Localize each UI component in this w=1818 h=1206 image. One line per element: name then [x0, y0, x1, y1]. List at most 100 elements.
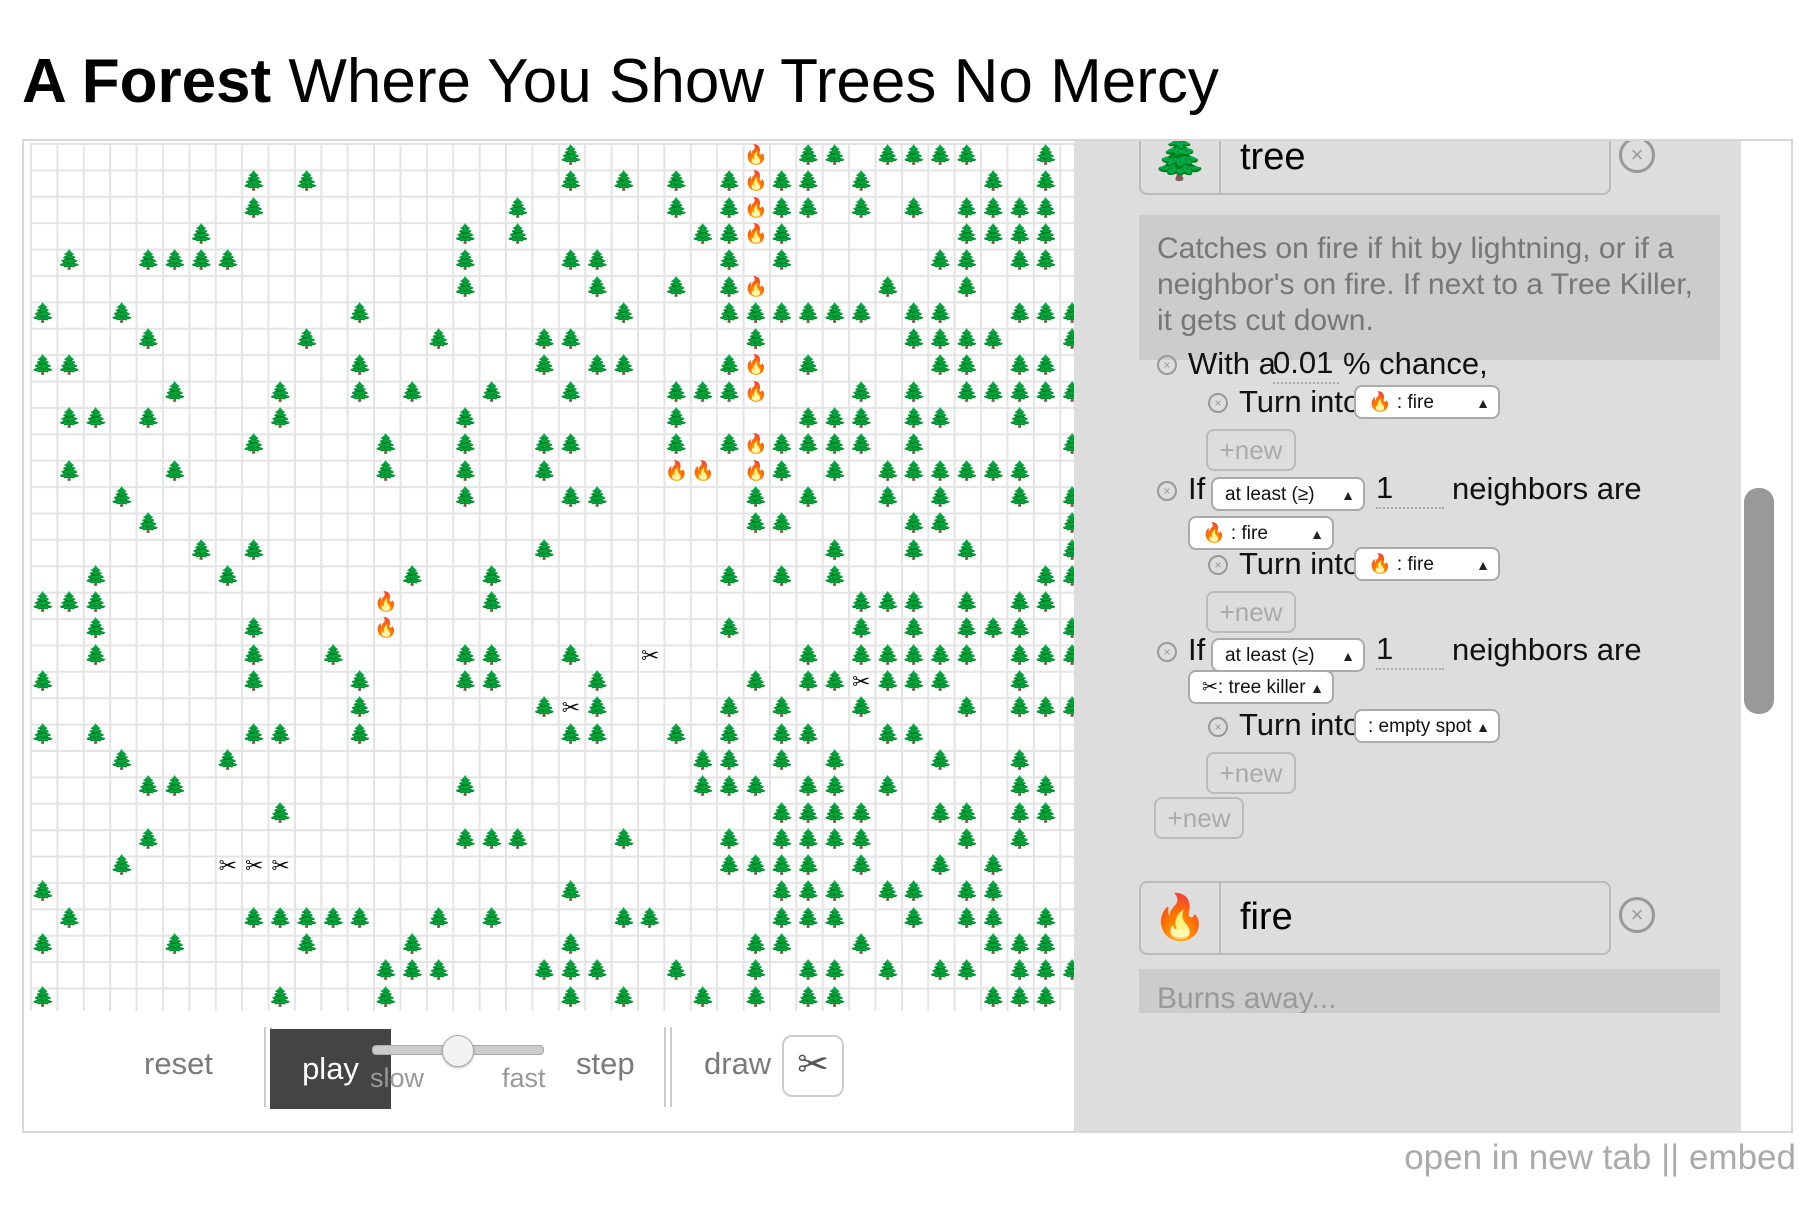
tree-cell[interactable]: 🌲: [928, 853, 954, 879]
remove-action-icon[interactable]: ×: [1208, 717, 1228, 737]
new-action-button[interactable]: +new: [1206, 429, 1296, 471]
fire-cell[interactable]: 🔥: [743, 380, 769, 406]
tree-cell[interactable]: 🌲: [268, 985, 294, 1011]
tree-cell[interactable]: 🌲: [188, 538, 214, 564]
tree-cell[interactable]: 🌲: [584, 958, 610, 984]
tree-cell[interactable]: 🌲: [901, 643, 927, 669]
tree-cell[interactable]: 🌲: [452, 248, 478, 274]
tree-cell[interactable]: 🌲: [954, 958, 980, 984]
tree-cell[interactable]: 🌲: [716, 748, 742, 774]
tree-cell[interactable]: 🌲: [452, 222, 478, 248]
tree-cell[interactable]: 🌲: [664, 722, 690, 748]
tree-cell[interactable]: 🌲: [30, 353, 56, 379]
tree-cell[interactable]: 🌲: [980, 879, 1006, 905]
tree-cell[interactable]: 🌲: [716, 301, 742, 327]
tree-cell[interactable]: 🌲: [875, 669, 901, 695]
tree-cell[interactable]: 🌲: [664, 958, 690, 984]
tree-cell[interactable]: 🌲: [532, 353, 558, 379]
tree-cell[interactable]: 🌲: [796, 853, 822, 879]
tree-cell[interactable]: 🌲: [716, 853, 742, 879]
tree-cell[interactable]: 🌲: [664, 196, 690, 222]
tree-cell[interactable]: 🌲: [188, 222, 214, 248]
tree-cell[interactable]: 🌲: [716, 169, 742, 195]
tree-cell[interactable]: 🌲: [1007, 406, 1033, 432]
tree-cell[interactable]: 🌲: [980, 853, 1006, 879]
tree-name-box[interactable]: 🌲 tree: [1139, 141, 1611, 195]
tree-cell[interactable]: 🌲: [743, 774, 769, 800]
tree-cell[interactable]: 🌲: [769, 169, 795, 195]
tree-cell[interactable]: 🌲: [716, 722, 742, 748]
tree-cell[interactable]: 🌲: [558, 958, 584, 984]
tree-killer-cell[interactable]: ✂: [558, 695, 584, 721]
tree-cell[interactable]: 🌲: [901, 669, 927, 695]
turn-into-select[interactable]: : empty spot ▲: [1354, 709, 1500, 743]
tree-cell[interactable]: 🌲: [796, 827, 822, 853]
new-action-button[interactable]: +new: [1206, 591, 1296, 633]
fire-cell[interactable]: 🔥: [743, 432, 769, 458]
tree-cell[interactable]: 🌲: [980, 616, 1006, 642]
tree-cell[interactable]: 🌲: [901, 406, 927, 432]
tree-cell[interactable]: 🌲: [109, 748, 135, 774]
tree-cell[interactable]: 🌲: [558, 879, 584, 905]
tree-cell[interactable]: 🌲: [716, 196, 742, 222]
tree-cell[interactable]: 🌲: [1007, 590, 1033, 616]
tree-cell[interactable]: 🌲: [611, 301, 637, 327]
tree-cell[interactable]: 🌲: [928, 511, 954, 537]
tree-cell[interactable]: 🌲: [1007, 222, 1033, 248]
remove-rule-icon[interactable]: ×: [1157, 355, 1177, 375]
tree-cell[interactable]: 🌲: [848, 853, 874, 879]
tree-cell[interactable]: 🌲: [848, 301, 874, 327]
tree-cell[interactable]: 🌲: [532, 695, 558, 721]
tree-cell[interactable]: 🌲: [954, 353, 980, 379]
forest-grid[interactable]: 🌲 🔥 🌲 🌲 🌲 🌲 🌲 🌲 🌲 🌲 🌲 🌲 🌲 🌲 🌲 🔥 🌲 🌲 🌲 🌲 🌲 🌲 🌲 🌲 🌲 🔥 🌲 🌲 🌲 🌲 🌲 🌲 🌲 🌲 🌲 🌲 🌲 🌲 🌲 🔥…: [30, 143, 1086, 1011]
tree-cell[interactable]: 🌲: [479, 906, 505, 932]
tree-cell[interactable]: 🌲: [241, 196, 267, 222]
tree-cell[interactable]: 🌲: [400, 958, 426, 984]
tree-cell[interactable]: 🌲: [637, 906, 663, 932]
tree-cell[interactable]: 🌲: [584, 669, 610, 695]
tree-cell[interactable]: 🌲: [1007, 643, 1033, 669]
tree-cell[interactable]: 🌲: [347, 695, 373, 721]
tree-cell[interactable]: 🌲: [822, 774, 848, 800]
tree-cell[interactable]: 🌲: [980, 222, 1006, 248]
tree-cell[interactable]: 🌲: [980, 196, 1006, 222]
delete-tree-icon[interactable]: ×: [1619, 141, 1655, 173]
tree-cell[interactable]: 🌲: [954, 616, 980, 642]
tree-cell[interactable]: 🌲: [796, 432, 822, 458]
tree-cell[interactable]: 🌲: [796, 906, 822, 932]
tree-cell[interactable]: 🌲: [347, 353, 373, 379]
tree-cell[interactable]: 🌲: [875, 485, 901, 511]
tree-cell[interactable]: 🌲: [452, 485, 478, 511]
tree-cell[interactable]: 🌲: [83, 616, 109, 642]
tree-cell[interactable]: 🌲: [268, 801, 294, 827]
tree-cell[interactable]: 🌲: [505, 222, 531, 248]
tree-cell[interactable]: 🌲: [1033, 958, 1059, 984]
fire-cell[interactable]: 🔥: [373, 616, 399, 642]
tree-cell[interactable]: 🌲: [743, 485, 769, 511]
tree-cell[interactable]: 🌲: [848, 827, 874, 853]
tree-cell[interactable]: 🌲: [796, 143, 822, 169]
tree-cell[interactable]: 🌲: [769, 222, 795, 248]
tree-cell[interactable]: 🌲: [954, 380, 980, 406]
tree-cell[interactable]: 🌲: [1033, 590, 1059, 616]
tree-cell[interactable]: 🌲: [1033, 932, 1059, 958]
tree-cell[interactable]: 🌲: [1033, 248, 1059, 274]
tree-cell[interactable]: 🌲: [901, 196, 927, 222]
tree-cell[interactable]: 🌲: [1007, 985, 1033, 1011]
tree-cell[interactable]: 🌲: [928, 748, 954, 774]
tree-cell[interactable]: 🌲: [558, 143, 584, 169]
tree-cell[interactable]: 🌲: [796, 353, 822, 379]
tree-killer-cell[interactable]: ✂: [268, 853, 294, 879]
tree-cell[interactable]: 🌲: [532, 538, 558, 564]
tree-cell[interactable]: 🌲: [928, 353, 954, 379]
tree-cell[interactable]: 🌲: [1007, 801, 1033, 827]
tree-cell[interactable]: 🌲: [241, 669, 267, 695]
tree-cell[interactable]: 🌲: [611, 169, 637, 195]
tree-cell[interactable]: 🌲: [452, 459, 478, 485]
fire-cell[interactable]: 🔥: [743, 222, 769, 248]
tree-cell[interactable]: 🌲: [954, 538, 980, 564]
tree-cell[interactable]: 🌲: [716, 616, 742, 642]
tree-killer-cell[interactable]: ✂: [215, 853, 241, 879]
tree-cell[interactable]: 🌲: [743, 985, 769, 1011]
tree-cell[interactable]: 🌲: [822, 406, 848, 432]
